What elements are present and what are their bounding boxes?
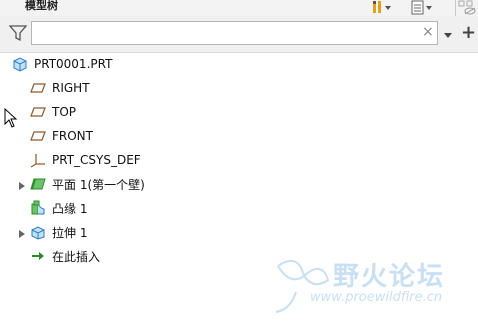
sheetmetal-plane-icon [30, 176, 46, 192]
tree-row-extrude[interactable]: 拉伸 1 [30, 221, 87, 243]
expand-arrow-icon[interactable] [18, 228, 26, 242]
chevron-down-icon [444, 33, 452, 38]
extrude-icon [30, 224, 46, 240]
flange-icon [30, 200, 46, 216]
watermark-logo-icon [270, 252, 330, 321]
hide-panel-button[interactable] [458, 0, 476, 16]
mouse-cursor-icon [4, 107, 18, 131]
datum-plane-icon [30, 104, 46, 120]
eye-hidden-icon [458, 0, 476, 15]
search-box[interactable]: × [31, 21, 438, 45]
tree-item-label: 在此插入 [52, 249, 101, 264]
header-divider [455, 0, 456, 16]
tree-item-label: PRT0001.PRT [34, 57, 113, 71]
tree-item-label: 平面 1(第一个壁) [52, 177, 145, 192]
settings-dropdown-button[interactable] [370, 0, 392, 16]
clear-search-icon[interactable]: × [422, 24, 434, 40]
add-column-button[interactable]: + [461, 22, 476, 43]
tree-item-label: 拉伸 1 [52, 225, 88, 240]
show-dropdown-button[interactable] [411, 0, 433, 16]
tree-item-label: 凸缘 1 [52, 201, 88, 216]
panel-header [0, 0, 478, 16]
tree-item-label: FRONT [52, 129, 93, 143]
tree-item-label: RIGHT [52, 81, 90, 95]
datum-plane-icon [30, 80, 46, 96]
insert-here-icon [30, 248, 46, 264]
tree-item-label: TOP [52, 105, 77, 119]
tree-row-right[interactable]: RIGHT [30, 77, 90, 99]
part-icon [12, 56, 28, 72]
tree-row-top[interactable]: TOP [30, 101, 76, 123]
tree-row-part[interactable]: PRT0001.PRT [12, 53, 112, 75]
tree-row-plane-wall[interactable]: 平面 1(第一个壁) [30, 173, 145, 195]
tree-row-front[interactable]: FRONT [30, 125, 93, 147]
tools-icon [373, 1, 391, 13]
tree-item-label: PRT_CSYS_DEF [52, 153, 141, 167]
panel-title: 模型树 [25, 0, 58, 12]
watermark-url: www.proewildfire.cn [310, 290, 443, 305]
tree-row-insert-here[interactable]: 在此插入 [30, 245, 100, 267]
tree-row-flange[interactable]: 凸缘 1 [30, 197, 87, 219]
expand-arrow-icon[interactable] [18, 180, 26, 194]
filter-icon[interactable] [8, 24, 28, 45]
csys-icon [30, 152, 46, 168]
datum-plane-icon [30, 128, 46, 144]
filter-options-dropdown[interactable] [443, 28, 453, 42]
list-icon [411, 0, 432, 15]
watermark-text: 野火论坛 [333, 262, 446, 292]
search-input[interactable] [35, 24, 415, 42]
tree-row-csys[interactable]: PRT_CSYS_DEF [30, 149, 141, 171]
